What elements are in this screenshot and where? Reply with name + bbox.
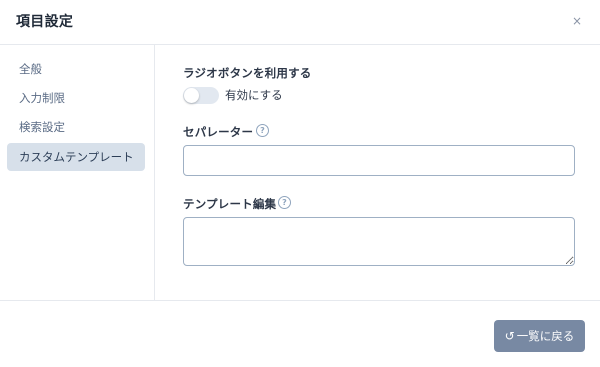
separator-label: セパレーター	[183, 125, 254, 139]
toggle-knob	[184, 88, 199, 103]
toggle-label: 有効にする	[225, 88, 283, 102]
sidebar-item-search-settings[interactable]: 検索設定	[7, 113, 145, 141]
item-settings-dialog: 項目設定 × 全般 入力制限 検索設定 カスタムテンプレート ラジオボタンを利用…	[0, 0, 600, 367]
dialog-header: 項目設定 ×	[0, 0, 600, 45]
separator-help-icon[interactable]: ?	[256, 124, 269, 137]
separator-input[interactable]	[183, 145, 575, 176]
template-help-icon[interactable]: ?	[278, 196, 291, 209]
sidebar-item-general[interactable]: 全般	[7, 55, 145, 83]
enable-radio-toggle[interactable]	[183, 87, 219, 104]
template-edit-label: テンプレート編集	[183, 197, 277, 211]
settings-content: ラジオボタンを利用する 有効にする セパレーター ? テンプレート編集 ?	[155, 45, 600, 300]
back-to-list-label: 一覧に戻る	[516, 329, 575, 343]
sidebar-item-custom-template[interactable]: カスタムテンプレート	[7, 143, 145, 171]
radio-button-setting-label: ラジオボタンを利用する	[183, 66, 312, 80]
settings-sidebar: 全般 入力制限 検索設定 カスタムテンプレート	[0, 45, 155, 300]
back-to-list-button[interactable]: ↺ 一覧に戻る	[494, 320, 585, 352]
undo-icon: ↺	[504, 329, 515, 343]
template-textarea[interactable]	[183, 217, 575, 266]
sidebar-item-input-restriction[interactable]: 入力制限	[7, 84, 145, 112]
dialog-footer: ↺ 一覧に戻る	[0, 300, 600, 367]
dialog-title: 項目設定	[16, 14, 74, 30]
close-icon[interactable]: ×	[572, 13, 582, 29]
